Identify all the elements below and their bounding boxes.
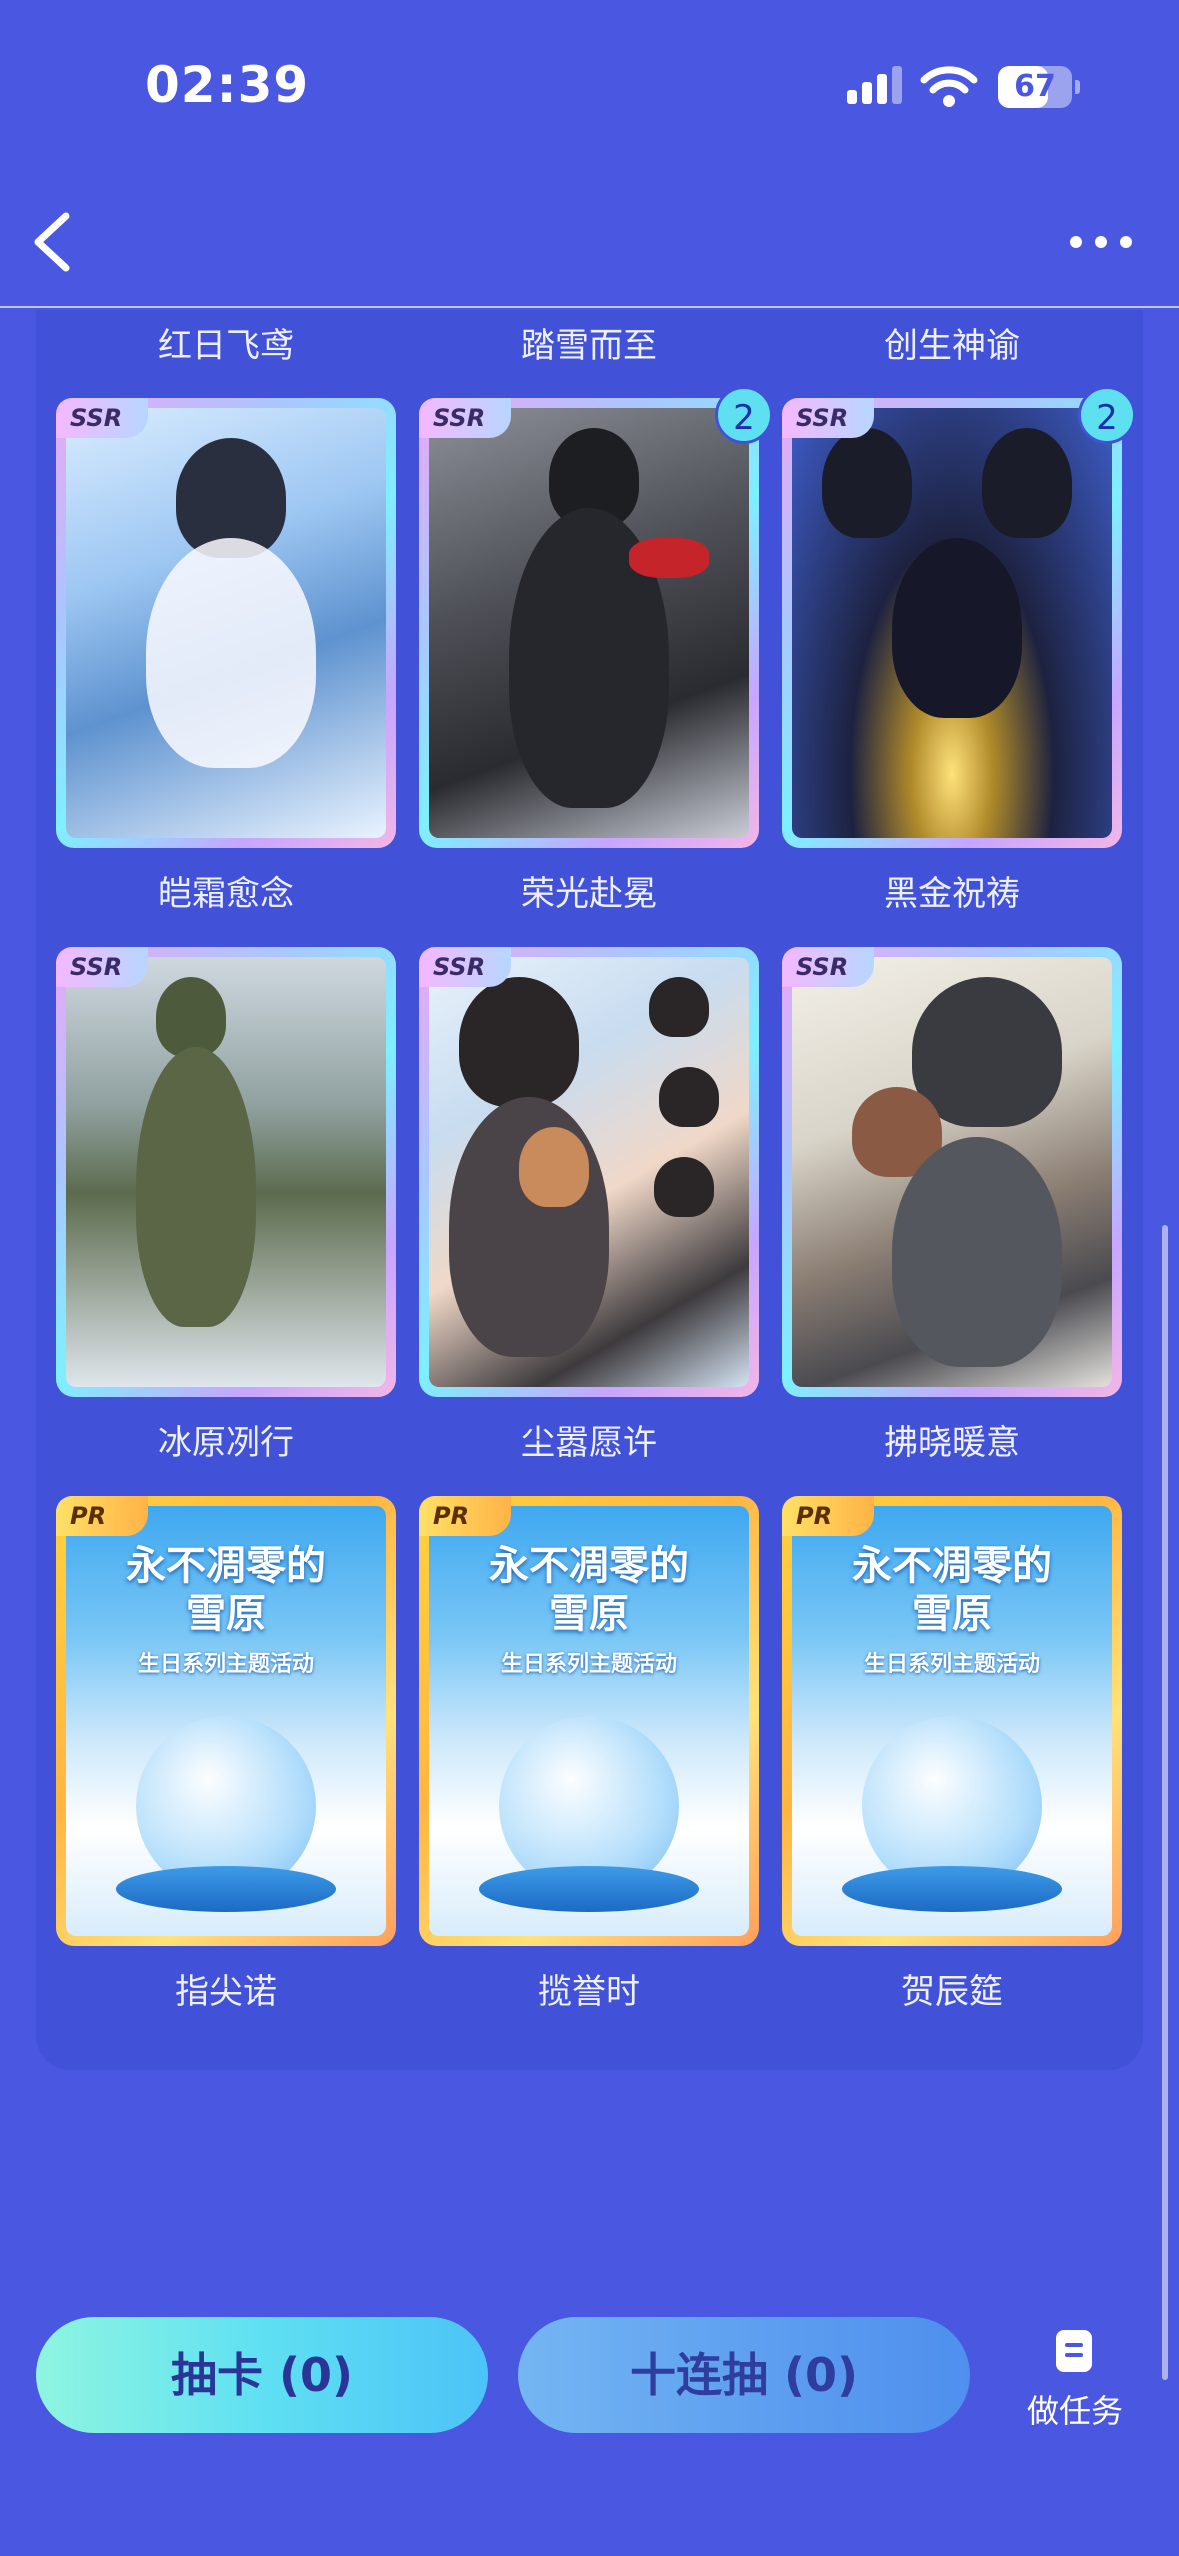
card-name: 贺辰筵 (901, 1972, 1003, 2012)
card-item[interactable]: SSR (56, 398, 396, 848)
pr-art-title: 永不凋零的 雪原 (489, 1542, 689, 1637)
card-name: 冰原冽行 (158, 1423, 294, 1463)
count-badge: 2 (1078, 386, 1136, 444)
signal-icon (847, 66, 902, 104)
rarity-badge: SSR (419, 947, 511, 987)
card-item[interactable]: SSR (56, 947, 396, 1397)
card-name: 黑金祝祷 (884, 874, 1020, 914)
task-list-icon (1056, 2330, 1092, 2372)
card-item[interactable]: SSR (782, 947, 1122, 1397)
snow-globe-base (479, 1866, 699, 1912)
card-label-partial: 踏雪而至 (521, 326, 657, 366)
card-artwork: 永不凋零的 雪原 生日系列主题活动 (66, 1506, 386, 1936)
card-name: 皑霜愈念 (158, 874, 294, 914)
battery-icon: 67 (998, 66, 1080, 108)
count-badge: 2 (715, 386, 773, 444)
card-artwork (429, 408, 749, 838)
pr-art-title: 永不凋零的 雪原 (852, 1542, 1052, 1637)
draw-card-button[interactable]: 抽卡 (0) (36, 2317, 488, 2433)
battery-tip (1075, 80, 1080, 94)
card-artwork (66, 408, 386, 838)
battery-percent: 67 (1014, 69, 1056, 104)
card-artwork (792, 957, 1112, 1387)
snow-globe-base (116, 1866, 336, 1912)
card-name: 揽誉时 (538, 1972, 640, 2012)
card-label-partial: 红日飞鸢 (158, 326, 294, 366)
card-item[interactable]: SSR 2 (782, 386, 1136, 848)
rarity-badge: SSR (56, 947, 148, 987)
snow-globe-base (842, 1866, 1062, 1912)
card-artwork: 永不凋零的 雪原 生日系列主题活动 (429, 1506, 749, 1936)
rarity-badge: SSR (56, 398, 148, 438)
card-name: 指尖诺 (175, 1972, 277, 2012)
pr-art-subtitle: 生日系列主题活动 (137, 1651, 314, 1677)
rarity-badge: SSR (782, 947, 874, 987)
card-item[interactable]: 永不凋零的 雪原 生日系列主题活动 PR (56, 1496, 396, 1946)
status-time: 02:39 (145, 56, 310, 114)
rarity-badge: PR (782, 1496, 874, 1536)
status-bar: 02:39 67 (0, 0, 1179, 170)
card-name: 尘嚣愿许 (521, 1423, 657, 1463)
rarity-badge: PR (56, 1496, 148, 1536)
card-item[interactable]: SSR (419, 947, 759, 1397)
card-label-partial: 创生神谕 (884, 326, 1020, 366)
card-artwork (66, 957, 386, 1387)
scrollbar[interactable] (1162, 1225, 1168, 2380)
rarity-badge: PR (419, 1496, 511, 1536)
wifi-icon (920, 66, 978, 107)
do-task-button[interactable]: 做任务 (1010, 2330, 1140, 2440)
pr-art-subtitle: 生日系列主题活动 (863, 1651, 1040, 1677)
card-item[interactable]: SSR 2 (419, 386, 773, 848)
card-artwork: 永不凋零的 雪原 生日系列主题活动 (792, 1506, 1112, 1936)
nav-bar (0, 170, 1179, 308)
rarity-badge: SSR (782, 398, 874, 438)
ten-draw-button[interactable]: 十连抽 (0) (518, 2317, 970, 2433)
rarity-badge: SSR (419, 398, 511, 438)
card-artwork (792, 408, 1112, 838)
card-name: 荣光赴冕 (521, 874, 657, 914)
do-task-label: 做任务 (1026, 2392, 1123, 2430)
card-artwork (429, 957, 749, 1387)
pr-art-title: 永不凋零的 雪原 (126, 1542, 326, 1637)
card-item[interactable]: 永不凋零的 雪原 生日系列主题活动 PR (782, 1496, 1122, 1946)
more-dots-icon[interactable] (1068, 234, 1134, 250)
battery-body: 67 (998, 66, 1072, 108)
pr-art-subtitle: 生日系列主题活动 (500, 1651, 677, 1677)
chevron-left-icon[interactable] (28, 210, 78, 274)
card-name: 拂晓暖意 (884, 1423, 1020, 1463)
bottom-action-bar: 抽卡 (0) 十连抽 (0) 做任务 (0, 2300, 1179, 2556)
card-item[interactable]: 永不凋零的 雪原 生日系列主题活动 PR (419, 1496, 759, 1946)
